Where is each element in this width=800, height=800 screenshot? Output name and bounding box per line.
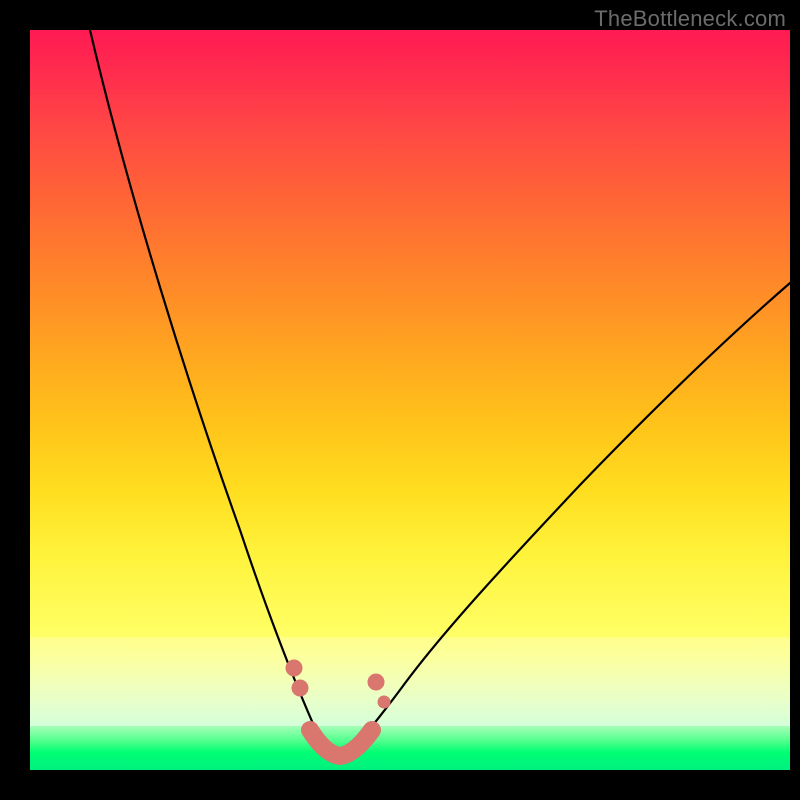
plot-area [30,30,790,770]
curve-left [90,30,335,757]
marker [378,696,390,708]
valley-highlight [310,730,372,756]
marker [292,680,308,696]
chart-frame: TheBottleneck.com [0,0,800,800]
curve-markers [286,660,390,708]
watermark-text: TheBottleneck.com [594,6,786,32]
marker [286,660,302,676]
marker [368,674,384,690]
bottleneck-curve-svg [30,30,790,770]
curve-right [335,283,790,757]
